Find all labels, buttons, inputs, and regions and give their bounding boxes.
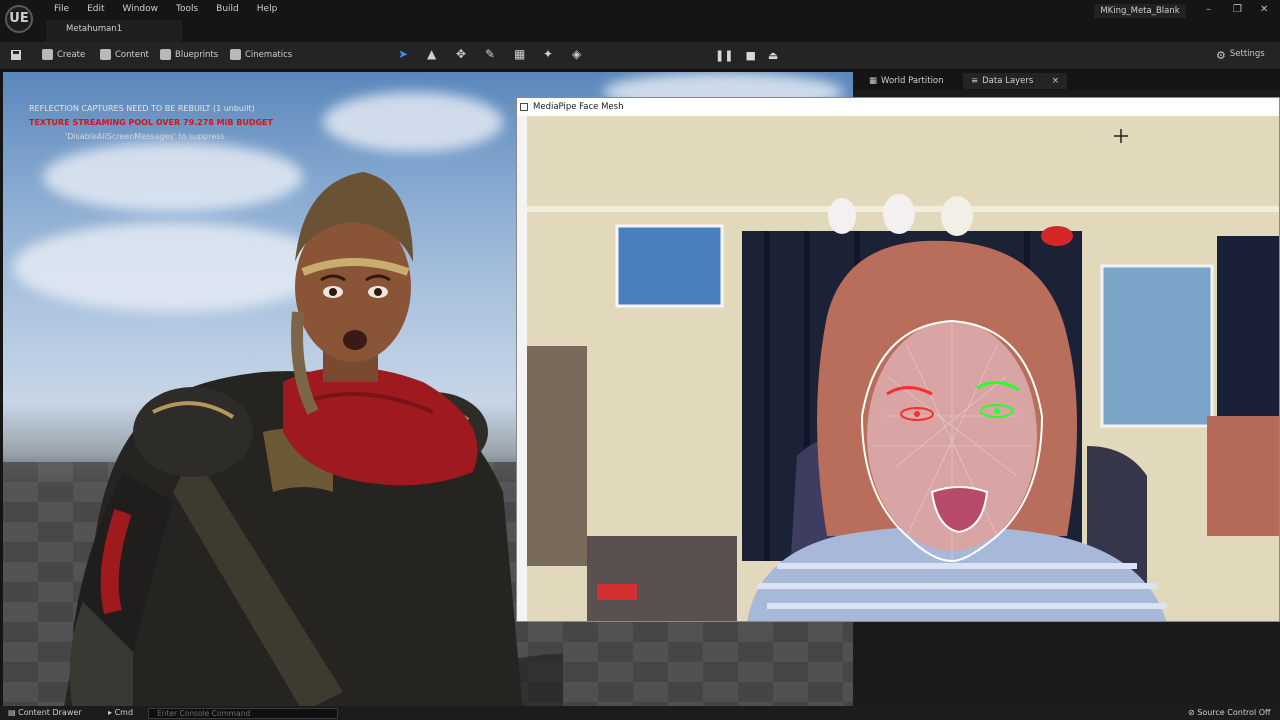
close-button[interactable]: ✕ [1260, 4, 1268, 15]
source-control-label: Source Control Off [1197, 708, 1271, 717]
menu-tools[interactable]: Tools [167, 3, 207, 15]
window-icon [520, 103, 528, 111]
tab-data-layers[interactable]: ≡ Data Layers × [963, 73, 1067, 89]
pause-icon[interactable]: ❚❚ [715, 49, 733, 62]
eject-icon[interactable]: ⏏ [768, 49, 778, 62]
mode-bar: ➤ ▲ ✥ ✎ ▦ ✦ ◈ [398, 48, 585, 61]
minimize-button[interactable]: – [1206, 4, 1211, 15]
create-icon [42, 49, 53, 60]
status-bar: ▤ Content Drawer ▸ Cmd Enter Console Com… [0, 706, 1280, 720]
create-button[interactable]: Create [42, 49, 85, 60]
save-button[interactable] [10, 49, 22, 61]
webcam-feed [527, 116, 1279, 621]
panel-tabs: ▦ World Partition ≡ Data Layers × [853, 70, 1280, 90]
title-bar: UE File Edit Window Tools Build Help Met… [0, 0, 1280, 42]
source-control-icon: ⊘ [1188, 708, 1198, 717]
cmd-button[interactable]: ▸ Cmd [108, 708, 133, 717]
settings-button[interactable]: ⚙ Settings [1216, 49, 1265, 62]
create-label: Create [57, 49, 86, 60]
blueprints-icon [160, 49, 171, 60]
menu-file[interactable]: File [45, 3, 78, 15]
mediapipe-titlebar[interactable]: MediaPipe Face Mesh [517, 98, 1279, 116]
menu-window[interactable]: Window [114, 3, 168, 15]
tab-data-layers-label: Data Layers [982, 76, 1034, 86]
cinematics-label: Cinematics [245, 49, 293, 60]
animation-mode-icon[interactable]: ✦ [543, 48, 556, 61]
maximize-button[interactable]: ❐ [1233, 4, 1242, 15]
landscape-mode-icon[interactable]: ▲ [427, 48, 440, 61]
stop-icon[interactable]: ■ [745, 49, 755, 62]
foliage-mode-icon[interactable]: ✥ [456, 48, 469, 61]
content-drawer-label: Content Drawer [18, 708, 82, 717]
mesh-paint-mode-icon[interactable]: ✎ [485, 48, 498, 61]
level-tab[interactable]: Metahuman1 [46, 20, 182, 42]
project-name: MKing_Meta_Blank [1094, 4, 1186, 18]
menu-edit[interactable]: Edit [78, 3, 113, 15]
metahuman-character [64, 172, 563, 706]
settings-label: Settings [1229, 49, 1265, 59]
webcam-scene [527, 116, 1279, 621]
cmd-label: Cmd [114, 708, 134, 717]
gear-icon: ⚙ [1216, 49, 1226, 62]
world-partition-icon: ▦ [869, 76, 878, 86]
blueprints-button[interactable]: Blueprints [160, 49, 218, 60]
cinematics-icon [230, 49, 241, 60]
tab-world-partition-label: World Partition [881, 76, 944, 86]
blueprints-label: Blueprints [175, 49, 219, 60]
modeling-mode-icon[interactable]: ◈ [572, 48, 585, 61]
content-label: Content [115, 49, 149, 60]
select-mode-icon[interactable]: ➤ [398, 48, 411, 61]
menu-build[interactable]: Build [207, 3, 248, 15]
texture-pool-warning: TEXTURE STREAMING POOL OVER 79.278 MiB B… [29, 118, 273, 127]
suppress-hint: 'DisableAllScreenMessages' to suppress [65, 132, 225, 141]
fracture-mode-icon[interactable]: ▦ [514, 48, 527, 61]
menu-help[interactable]: Help [248, 3, 287, 15]
close-tab-icon[interactable]: × [1052, 73, 1059, 89]
tab-world-partition[interactable]: ▦ World Partition [861, 73, 952, 89]
console-input[interactable]: Enter Console Command [148, 708, 338, 719]
play-controls: ❚❚ ■ ⏏ [715, 49, 778, 62]
main-menu: File Edit Window Tools Build Help [45, 3, 286, 15]
mediapipe-window[interactable]: MediaPipe Face Mesh [516, 97, 1280, 622]
content-drawer-icon: ▤ [8, 708, 19, 717]
source-control-button[interactable]: ⊘ Source Control Off [1188, 708, 1271, 717]
mediapipe-title: MediaPipe Face Mesh [533, 102, 624, 112]
content-drawer-button[interactable]: ▤ Content Drawer [8, 708, 82, 717]
content-icon [100, 49, 111, 60]
reflection-warning: REFLECTION CAPTURES NEED TO BE REBUILT (… [29, 104, 255, 113]
data-layers-icon: ≡ [971, 76, 979, 86]
main-toolbar: Create Content Blueprints Cinematics ➤ ▲… [0, 42, 1280, 70]
save-icon [11, 50, 21, 60]
cinematics-button[interactable]: Cinematics [230, 49, 292, 60]
unreal-logo-icon[interactable]: UE [5, 5, 33, 33]
content-button[interactable]: Content [100, 49, 149, 60]
